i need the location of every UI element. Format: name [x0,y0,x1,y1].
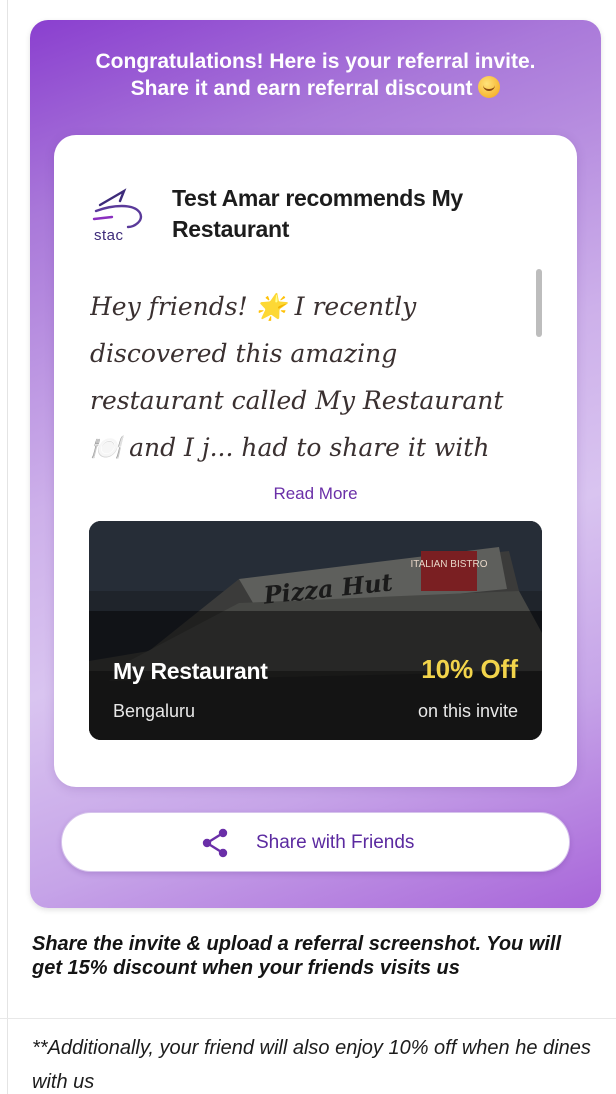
read-more-link[interactable]: Read More [54,484,577,504]
referral-message[interactable]: Hey friends! 🌟 I recently discovered thi… [90,283,538,473]
recommendation-headline: Test Amar recommends My Restaurant [172,185,463,242]
restaurant-name: My Restaurant [113,658,268,684]
discount-badge: 10% Off [421,654,518,684]
restaurant-city: Bengaluru [113,701,196,721]
share-with-friends-button[interactable]: Share with Friends [61,812,570,872]
referral-panel: Congratulations! Here is your referral i… [30,20,601,908]
restaurant-banner[interactable]: ITALIAN BISTRO Pizza Hut My Restaurant B… [89,521,542,740]
friend-discount-note: **Additionally, your friend will also en… [32,1037,591,1093]
referral-card: stac Test Amar recommends My Restaurant … [54,135,577,787]
share-icon [202,828,228,858]
section-divider [0,1018,616,1019]
congrats-message: Congratulations! Here is your referral i… [30,48,601,102]
discount-caption: on this invite [417,701,518,721]
congrats-line-2: Share it and earn referral discount [130,77,473,100]
left-divider [7,0,8,1094]
congrats-line-1: Congratulations! Here is your referral i… [95,50,536,73]
sign-italian-text: ITALIAN BISTRO [410,559,487,570]
message-scrollbar[interactable] [536,269,542,337]
referral-instructions: Share the invite & upload a referral scr… [32,933,562,979]
blushing-face-icon [478,76,501,98]
share-button-label: Share with Friends [256,832,415,853]
logo-wordmark: stac [94,227,124,244]
